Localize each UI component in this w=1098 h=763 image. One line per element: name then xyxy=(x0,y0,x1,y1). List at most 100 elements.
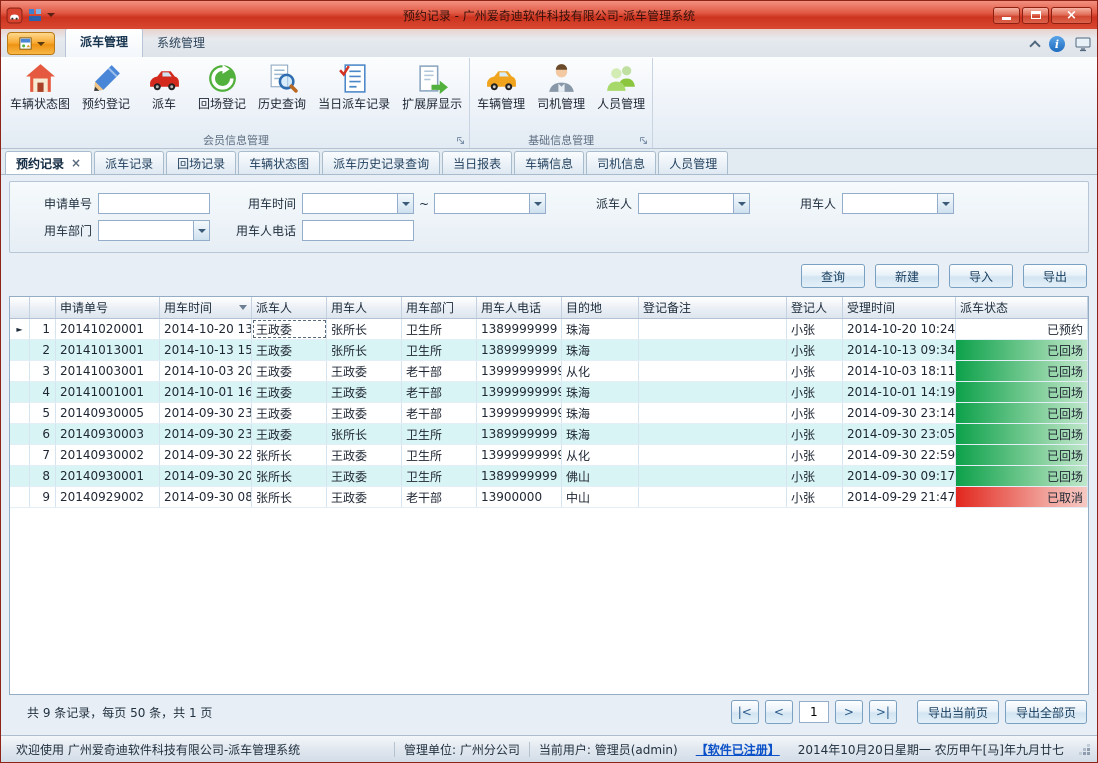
group-dialog-launcher-icon[interactable] xyxy=(639,136,648,145)
doc-tab-车辆状态图[interactable]: 车辆状态图 xyxy=(238,151,320,174)
use-time-from-combo[interactable] xyxy=(302,193,414,214)
range-separator: ~ xyxy=(419,197,429,211)
column-header-派车状态[interactable]: 派车状态 xyxy=(956,297,1088,318)
return-register-icon xyxy=(206,62,239,95)
quick-access-dropdown-icon[interactable] xyxy=(47,13,55,17)
column-header-登记备注[interactable]: 登记备注 xyxy=(639,297,787,318)
next-page-button[interactable]: > xyxy=(835,700,863,724)
doc-tab-预约记录[interactable]: 预约记录× xyxy=(5,151,92,174)
cell-派车人: 王政委 xyxy=(252,403,327,423)
chevron-down-icon[interactable] xyxy=(529,194,545,213)
department-label: 用车部门 xyxy=(20,222,98,239)
filter-row-1: 申请单号 用车时间 ~ 派车人 用车人 xyxy=(20,190,1078,217)
doc-tab-派车历史记录查询[interactable]: 派车历史记录查询 xyxy=(322,151,440,174)
column-header-受理时间[interactable]: 受理时间 xyxy=(843,297,956,318)
cell-用车部门: 卫生所 xyxy=(402,319,477,339)
column-header-申请单号[interactable]: 申请单号 xyxy=(56,297,160,318)
column-header-用车时间[interactable]: 用车时间 xyxy=(160,297,252,318)
export-all-pages-button[interactable]: 导出全部页 xyxy=(1005,700,1087,724)
query-button[interactable]: 查询 xyxy=(801,264,865,288)
column-header-用车人[interactable]: 用车人 xyxy=(327,297,402,318)
app-menu-caret-icon xyxy=(37,42,45,46)
help-icon[interactable]: i xyxy=(1049,36,1065,52)
user-combo[interactable] xyxy=(842,193,954,214)
reservation-register-button[interactable]: 预约登记 xyxy=(76,58,136,128)
ribbon-tab-系统管理[interactable]: 系统管理 xyxy=(143,29,219,57)
doc-tab-当日报表[interactable]: 当日报表 xyxy=(442,151,512,174)
people-manage-button[interactable]: 人员管理 xyxy=(591,58,651,128)
ribbon-groups: 车辆状态图预约登记派车回场登记历史查询当日派车记录扩展屏显示会员信息管理车辆管理… xyxy=(1,57,1097,149)
doc-tab-回场记录[interactable]: 回场记录 xyxy=(166,151,236,174)
close-button[interactable]: × xyxy=(1051,7,1092,24)
new-button[interactable]: 新建 xyxy=(875,264,939,288)
filter-panel: 申请单号 用车时间 ~ 派车人 用车人 xyxy=(9,181,1089,253)
doc-tab-车辆信息[interactable]: 车辆信息 xyxy=(514,151,584,174)
cell-登记备注 xyxy=(639,340,787,360)
vehicle-manage-button[interactable]: 车辆管理 xyxy=(471,58,531,128)
cell-用车时间: 2014-09-30 20:00 xyxy=(160,466,252,486)
page-number-input[interactable] xyxy=(799,701,829,723)
dispatch-car-button[interactable]: 派车 xyxy=(136,58,192,128)
chevron-down-icon[interactable] xyxy=(937,194,953,213)
table-row[interactable]: 3201410030012014-10-03 20:00王政委王政委老干部139… xyxy=(10,361,1088,382)
table-row[interactable]: 5201409300052014-09-30 23:30王政委王政委老干部139… xyxy=(10,403,1088,424)
last-page-button[interactable]: >| xyxy=(869,700,897,724)
content-area: 申请单号 用车时间 ~ 派车人 用车人 xyxy=(1,175,1097,735)
column-header-用车部门[interactable]: 用车部门 xyxy=(402,297,477,318)
table-row[interactable]: 4201410010012014-10-01 16:00王政委王政委老干部139… xyxy=(10,382,1088,403)
column-header-登记人[interactable]: 登记人 xyxy=(787,297,843,318)
dispatcher-combo[interactable] xyxy=(638,193,750,214)
license-status-link[interactable]: 【软件已注册】 xyxy=(687,741,789,758)
group-dialog-launcher-icon[interactable] xyxy=(456,136,465,145)
driver-manage-button[interactable]: 司机管理 xyxy=(531,58,591,128)
table-row[interactable]: 2201410130012014-10-13 15:00王政委张所长卫生所138… xyxy=(10,340,1088,361)
doc-tab-人员管理[interactable]: 人员管理 xyxy=(658,151,728,174)
order-no-input[interactable] xyxy=(98,193,210,214)
maximize-button[interactable] xyxy=(1022,7,1049,24)
pager-row: 共 9 条记录，每页 50 条，共 1 页 |< < > >| 导出当前页 导出… xyxy=(9,695,1089,729)
table-row[interactable]: 8201409300012014-09-30 20:00张所长王政委卫生所138… xyxy=(10,466,1088,487)
export-button[interactable]: 导出 xyxy=(1023,264,1087,288)
chevron-down-icon[interactable] xyxy=(193,221,209,240)
ribbon-tab-派车管理[interactable]: 派车管理 xyxy=(65,28,143,57)
import-button[interactable]: 导入 xyxy=(949,264,1013,288)
column-header-目的地[interactable]: 目的地 xyxy=(562,297,639,318)
table-row[interactable]: 6201409300032014-09-30 23:00王政委张所长卫生所138… xyxy=(10,424,1088,445)
app-menu-button[interactable] xyxy=(7,32,55,55)
minimize-button[interactable] xyxy=(993,7,1020,24)
column-header-用车人电话[interactable]: 用车人电话 xyxy=(477,297,562,318)
table-row[interactable]: 9201409290022014-09-30 08:00张所长王政委老干部139… xyxy=(10,487,1088,508)
table-row[interactable]: ►1201410200012014-10-20 13:00王政委张所长卫生所13… xyxy=(10,319,1088,340)
app-icon[interactable] xyxy=(6,7,23,24)
department-combo[interactable] xyxy=(98,220,210,241)
doc-tab-派车记录[interactable]: 派车记录 xyxy=(94,151,164,174)
export-current-page-button[interactable]: 导出当前页 xyxy=(917,700,999,724)
screen-display-icon[interactable] xyxy=(1075,36,1091,52)
phone-input[interactable] xyxy=(302,220,414,241)
chevron-down-icon[interactable] xyxy=(397,194,413,213)
prev-page-button[interactable]: < xyxy=(765,700,793,724)
chevron-down-icon[interactable] xyxy=(733,194,749,213)
quick-access-layout-icon[interactable] xyxy=(28,8,42,22)
doc-tab-label: 人员管理 xyxy=(669,155,717,172)
first-page-button[interactable]: |< xyxy=(731,700,759,724)
doc-tab-司机信息[interactable]: 司机信息 xyxy=(586,151,656,174)
cell-登记备注 xyxy=(639,424,787,444)
column-filter-icon[interactable] xyxy=(239,305,247,310)
use-time-label: 用车时间 xyxy=(224,195,302,212)
return-register-button[interactable]: 回场登记 xyxy=(192,58,252,128)
history-search-button[interactable]: 历史查询 xyxy=(252,58,312,128)
phone-label: 用车人电话 xyxy=(224,222,302,239)
cell-目的地: 从化 xyxy=(562,361,639,381)
daily-dispatch-button[interactable]: 当日派车记录 xyxy=(312,58,396,128)
vehicle-status-button[interactable]: 车辆状态图 xyxy=(4,58,76,128)
ribbon-button-label: 回场登记 xyxy=(198,98,246,112)
cell-登记人: 小张 xyxy=(787,445,843,465)
close-tab-icon[interactable]: × xyxy=(71,157,81,169)
table-row[interactable]: 7201409300022014-09-30 22:00张所长王政委卫生所139… xyxy=(10,445,1088,466)
resize-grip[interactable] xyxy=(1077,742,1091,756)
extend-screen-button[interactable]: 扩展屏显示 xyxy=(396,58,468,128)
use-time-to-combo[interactable] xyxy=(434,193,546,214)
collapse-ribbon-icon[interactable] xyxy=(1029,40,1040,51)
column-header-派车人[interactable]: 派车人 xyxy=(252,297,327,318)
